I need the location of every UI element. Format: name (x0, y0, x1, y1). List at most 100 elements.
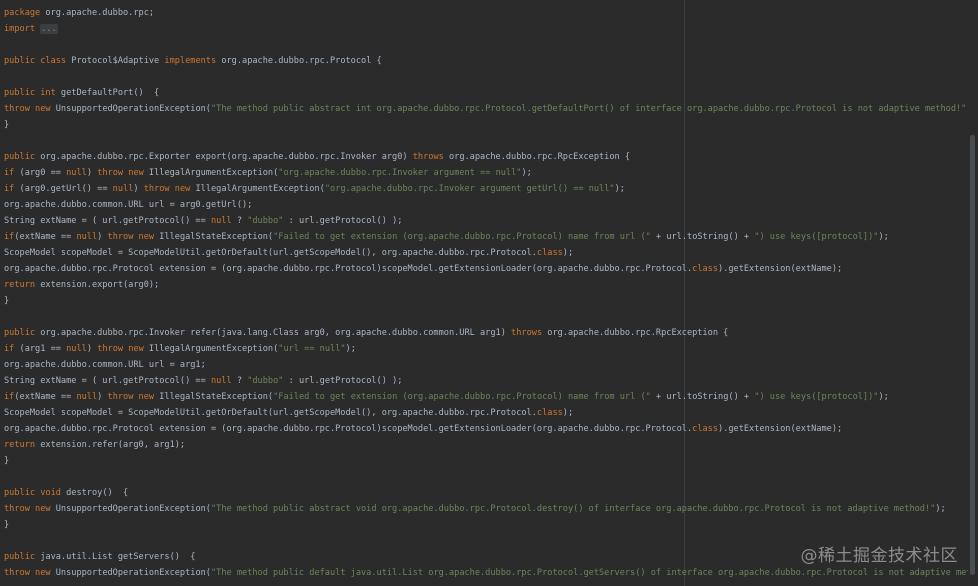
code-token: throw new (143, 184, 191, 194)
code-line: ScopeModel scopeModel = ScopeModelUtil.g… (4, 245, 573, 261)
code-token: ) (133, 184, 144, 194)
code-token: org.apache.dubbo.rpc; (40, 8, 155, 18)
scrollbar-thumb[interactable] (970, 135, 975, 575)
code-token: null (66, 344, 87, 354)
code-token: IllegalStateException( (154, 232, 274, 242)
code-token: public class (4, 56, 67, 66)
code-line: org.apache.dubbo.common.URL url = arg1; (4, 357, 206, 373)
code-token: "The method public default java.util.Lis… (210, 568, 978, 578)
code-line: org.apache.dubbo.common.URL url = arg0.g… (4, 197, 252, 213)
code-token: ); (878, 392, 889, 402)
code-token: null (112, 184, 134, 194)
code-token: : url.getProtocol() ); (283, 216, 403, 226)
code-token: "Failed to get extension (org.apache.dub… (273, 392, 651, 402)
code-token: ) (97, 392, 108, 402)
code-token: if (4, 184, 15, 194)
code-line: public int getDefaultPort() { (4, 85, 159, 101)
code-line: public void destroy() { (4, 485, 128, 501)
code-token: org.apache.dubbo.common.URL url = arg1; (4, 360, 206, 370)
code-token: null (210, 376, 232, 386)
code-token: (arg1 == (14, 344, 67, 354)
code-token: ); (935, 504, 946, 514)
code-editor[interactable]: package org.apache.dubbo.rpc; import ... p… (0, 0, 978, 586)
code-line: org.apache.dubbo.rpc.Protocol extension … (4, 421, 842, 437)
code-token: public (4, 152, 36, 162)
code-token: ); (614, 184, 625, 194)
code-token: (arg0 == (14, 168, 67, 178)
code-token: ).getExtension(extName); (718, 424, 843, 434)
code-line: } (4, 517, 9, 533)
code-token: Protocol$Adaptive (66, 56, 165, 66)
code-token: throws (412, 152, 444, 162)
code-token: ScopeModel scopeModel = ScopeModelUtil.g… (4, 248, 537, 258)
code-token: throw new (4, 568, 51, 578)
code-token: class (692, 264, 719, 274)
code-token: ? (231, 216, 248, 226)
code-token: java.util.List getServers() { (35, 552, 196, 562)
code-token: "The method public abstract int org.apac… (210, 104, 967, 114)
code-token: IllegalArgumentException( (143, 168, 279, 178)
code-token: destroy() { (60, 488, 129, 498)
code-line: public org.apache.dubbo.rpc.Exporter exp… (4, 149, 630, 165)
code-token: ? (231, 376, 248, 386)
code-token: } (4, 120, 10, 130)
code-token: } (4, 296, 10, 306)
code-line: if(extName == null) throw new IllegalSta… (4, 389, 889, 405)
code-token: } (4, 520, 10, 530)
code-token: extension.export(arg0); (35, 280, 160, 290)
watermark: @稀土掘金技术社区 (800, 546, 958, 566)
code-line: public java.util.List getServers() { (4, 549, 195, 565)
code-token: org.apache.dubbo.common.URL url = arg0.g… (4, 200, 253, 210)
folded-imports[interactable]: ... (40, 24, 58, 34)
code-token: org.apache.dubbo.rpc.Protocol { (216, 56, 382, 66)
code-token: IllegalArgumentException( (143, 344, 279, 354)
code-token: package (4, 8, 41, 18)
code-token: throw new (107, 232, 155, 242)
code-token: UnsupportedOperationException( (50, 504, 211, 514)
code-token: public (4, 552, 36, 562)
code-line: if (arg1 == null) throw new IllegalArgum… (4, 341, 356, 357)
code-token: org.apache.dubbo.rpc.Protocol extension … (4, 264, 693, 274)
code-line: String extName = ( url.getProtocol() == … (4, 373, 402, 389)
code-line: } (4, 453, 9, 469)
code-token: UnsupportedOperationException( (50, 104, 211, 114)
code-token: ); (562, 408, 574, 418)
code-token: null (66, 168, 87, 178)
code-line: } (4, 293, 9, 309)
code-token: extension.refer(arg0, arg1); (35, 440, 186, 450)
code-token: if (4, 344, 15, 354)
code-token: "dubbo" (247, 216, 284, 226)
code-token: UnsupportedOperationException( (50, 568, 211, 578)
code-line: public class Protocol$Adaptive implement… (4, 53, 382, 69)
code-token: org.apache.dubbo.rpc.RpcException { (443, 152, 631, 162)
code-token: return (4, 280, 36, 290)
code-token: throw new (4, 504, 51, 514)
code-token: null (210, 216, 232, 226)
code-line: public org.apache.dubbo.rpc.Invoker refe… (4, 325, 728, 341)
code-token: IllegalArgumentException( (190, 184, 325, 194)
code-token: ScopeModel scopeModel = ScopeModelUtil.g… (4, 408, 537, 418)
code-token: org.apache.dubbo.rpc.Invoker refer(java.… (35, 328, 512, 338)
code-token: : url.getProtocol() ); (283, 376, 403, 386)
code-line: throw new UnsupportedOperationException(… (4, 101, 977, 117)
code-token: if (4, 168, 15, 178)
code-token: class (692, 424, 719, 434)
code-token: "dubbo" (247, 376, 284, 386)
right-margin-guide (684, 0, 685, 586)
code-token: "Failed to get extension (org.apache.dub… (273, 232, 651, 242)
code-token: "The method public abstract void org.apa… (210, 504, 936, 514)
code-line: if (arg0.getUrl() == null) throw new Ill… (4, 181, 625, 197)
code-line: org.apache.dubbo.rpc.Protocol extension … (4, 261, 842, 277)
code-token: ") use keys([protocol])" (754, 232, 879, 242)
code-line: if(extName == null) throw new IllegalSta… (4, 229, 889, 245)
code-token: implements (164, 56, 217, 66)
code-token: null (76, 232, 98, 242)
code-token: throws (511, 328, 543, 338)
code-token: throw new (107, 392, 155, 402)
code-line: throw new UnsupportedOperationException(… (4, 565, 978, 581)
vertical-scrollbar[interactable] (968, 0, 978, 586)
code-token: throw new (97, 344, 144, 354)
code-token: return (4, 440, 36, 450)
code-token: throw new (4, 104, 51, 114)
code-token: getDefaultPort() { (55, 88, 160, 98)
